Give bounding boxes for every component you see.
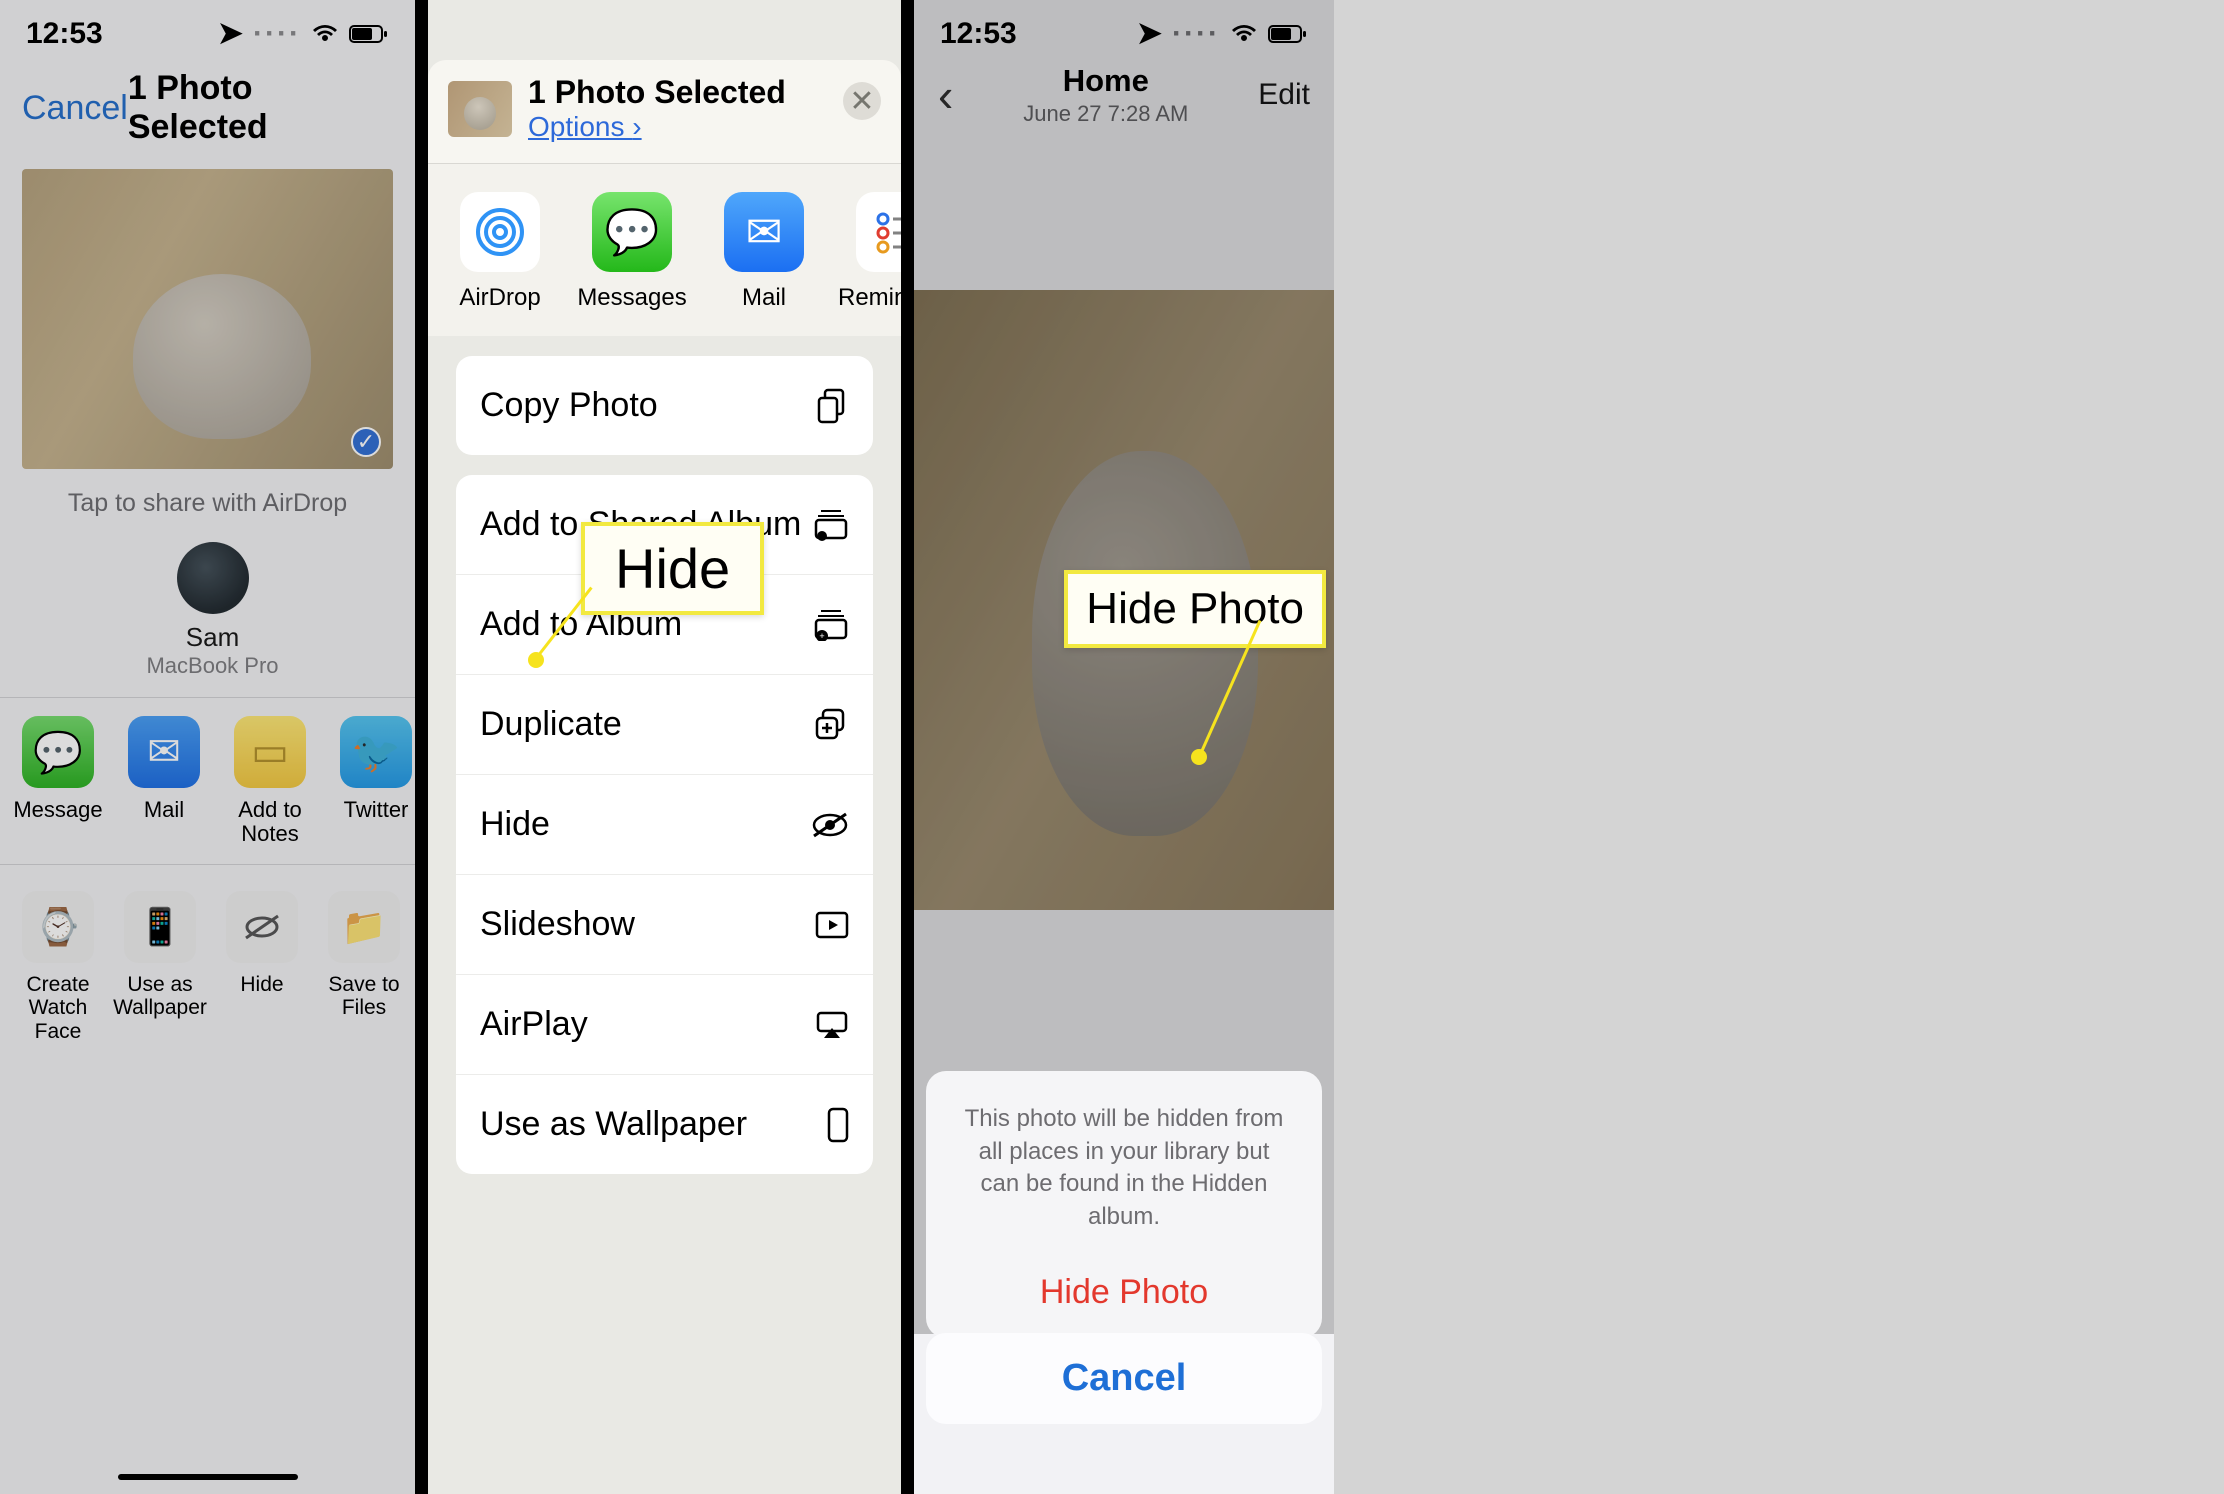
action-hide[interactable]: Hide bbox=[456, 775, 873, 875]
messages-icon: 💬 bbox=[22, 716, 94, 788]
photo-location: Home bbox=[1063, 63, 1149, 99]
status-time: 12:53 bbox=[940, 17, 1017, 51]
share-app-twitter[interactable]: 🐦Twitter bbox=[332, 716, 415, 846]
edit-button[interactable]: Edit bbox=[1258, 78, 1310, 112]
screenshot-1-share-sheet-classic: 12:53 ➤ ···· Cancel 1 Photo Selected ✓ T… bbox=[0, 0, 415, 1494]
share-app-airdrop[interactable]: AirDrop bbox=[446, 192, 554, 312]
avatar bbox=[177, 542, 249, 614]
album-icon: + bbox=[813, 609, 849, 641]
shared-album-icon bbox=[813, 509, 849, 541]
watch-icon: ⌚ bbox=[22, 891, 94, 963]
close-button[interactable]: ✕ bbox=[843, 82, 881, 120]
hide-photo-button[interactable]: Hide Photo bbox=[952, 1273, 1296, 1312]
action-airplay[interactable]: AirPlay bbox=[456, 975, 873, 1075]
share-apps-row: AirDrop 💬Messages ✉Mail Reminders K bbox=[428, 164, 901, 336]
action-hide[interactable]: Hide bbox=[218, 891, 306, 1042]
reminders-icon bbox=[856, 192, 901, 272]
annotation-callout: Hide bbox=[581, 522, 764, 615]
folder-icon: 📁 bbox=[328, 891, 400, 963]
action-duplicate[interactable]: Duplicate bbox=[456, 675, 873, 775]
airdrop-hint: Tap to share with AirDrop bbox=[0, 489, 415, 518]
mail-icon: ✉ bbox=[724, 192, 804, 272]
messages-icon: 💬 bbox=[592, 192, 672, 272]
contact-device: MacBook Pro bbox=[146, 653, 278, 679]
divider bbox=[0, 864, 415, 865]
status-bar: 12:53 ➤ ···· bbox=[914, 0, 1334, 55]
cell-dots-icon: ···· bbox=[253, 17, 301, 51]
battery-icon bbox=[1268, 24, 1308, 44]
alert-message: This photo will be hidden from all place… bbox=[959, 1103, 1289, 1233]
status-bar: 12:53 ➤ ···· bbox=[0, 0, 415, 55]
page-title: 1 Photo Selected bbox=[128, 69, 346, 147]
action-wallpaper[interactable]: Use as Wallpaper bbox=[456, 1075, 873, 1174]
screenshot-3-hide-confirm: 12:53 ➤ ···· ‹ Home June 27 7:28 AM Edit… bbox=[914, 0, 1334, 1494]
hide-icon bbox=[226, 891, 298, 963]
photo-thumbnail[interactable] bbox=[448, 81, 512, 137]
options-link[interactable]: Options › bbox=[528, 111, 786, 143]
action-slideshow[interactable]: Slideshow bbox=[456, 875, 873, 975]
hide-icon bbox=[811, 811, 849, 839]
share-apps-row: 💬Message ✉Mail ▭Add to Notes 🐦Twitter 🐘E… bbox=[0, 716, 415, 846]
screenshot-2-share-sheet-ios13: 1 Photo Selected Options › ✕ AirDrop 💬Me… bbox=[415, 0, 914, 1494]
share-app-mail[interactable]: ✉Mail bbox=[710, 192, 818, 312]
selected-check-icon: ✓ bbox=[351, 427, 381, 457]
status-time: 12:53 bbox=[26, 17, 103, 51]
action-watch-face[interactable]: ⌚Create Watch Face bbox=[14, 891, 102, 1042]
share-app-message[interactable]: 💬Message bbox=[14, 716, 102, 846]
twitter-icon: 🐦 bbox=[340, 716, 412, 788]
airdrop-icon bbox=[460, 192, 540, 272]
wifi-icon bbox=[1230, 23, 1258, 45]
copy-icon bbox=[817, 388, 849, 424]
wifi-icon bbox=[311, 23, 339, 45]
share-header: 1 Photo Selected Options › ✕ bbox=[428, 60, 901, 163]
share-app-reminders[interactable]: Reminders bbox=[842, 192, 901, 312]
home-indicator[interactable] bbox=[118, 1474, 298, 1480]
airdrop-contact[interactable]: Sam MacBook Pro bbox=[10, 542, 415, 679]
action-save-files[interactable]: 📁Save to Files bbox=[320, 891, 408, 1042]
annotation-callout: Hide Photo bbox=[1064, 570, 1326, 648]
phone-icon bbox=[827, 1107, 849, 1143]
share-app-messages[interactable]: 💬Messages bbox=[578, 192, 686, 312]
svg-text:+: + bbox=[819, 631, 824, 641]
battery-icon bbox=[349, 24, 389, 44]
share-title: 1 Photo Selected bbox=[528, 74, 786, 111]
share-app-notes[interactable]: ▭Add to Notes bbox=[226, 716, 314, 846]
mail-icon: ✉ bbox=[128, 716, 200, 788]
back-button[interactable]: ‹ bbox=[938, 68, 953, 122]
actions-row: ⌚Create Watch Face 📱Use as Wallpaper Hid… bbox=[0, 891, 415, 1042]
play-icon bbox=[815, 911, 849, 939]
action-copy-photo[interactable]: Copy Photo bbox=[456, 356, 873, 455]
cancel-button[interactable]: Cancel bbox=[926, 1333, 1322, 1424]
airplay-icon bbox=[815, 1010, 849, 1040]
photo-thumbnail[interactable]: ✓ bbox=[22, 169, 393, 469]
close-icon: ✕ bbox=[849, 84, 874, 119]
duplicate-icon bbox=[815, 708, 849, 742]
hide-alert: This photo will be hidden from all place… bbox=[926, 1071, 1322, 1338]
cell-dots-icon: ···· bbox=[1172, 17, 1220, 51]
share-app-mail[interactable]: ✉Mail bbox=[120, 716, 208, 846]
photo-date: June 27 7:28 AM bbox=[1023, 101, 1188, 127]
cancel-button[interactable]: Cancel bbox=[22, 89, 128, 128]
location-arrow-icon: ➤ bbox=[1137, 16, 1162, 51]
notes-icon: ▭ bbox=[234, 716, 306, 788]
location-arrow-icon: ➤ bbox=[218, 16, 243, 51]
contact-name: Sam bbox=[186, 622, 239, 653]
divider bbox=[0, 697, 415, 698]
phone-icon: 📱 bbox=[124, 891, 196, 963]
action-wallpaper[interactable]: 📱Use as Wallpaper bbox=[116, 891, 204, 1042]
